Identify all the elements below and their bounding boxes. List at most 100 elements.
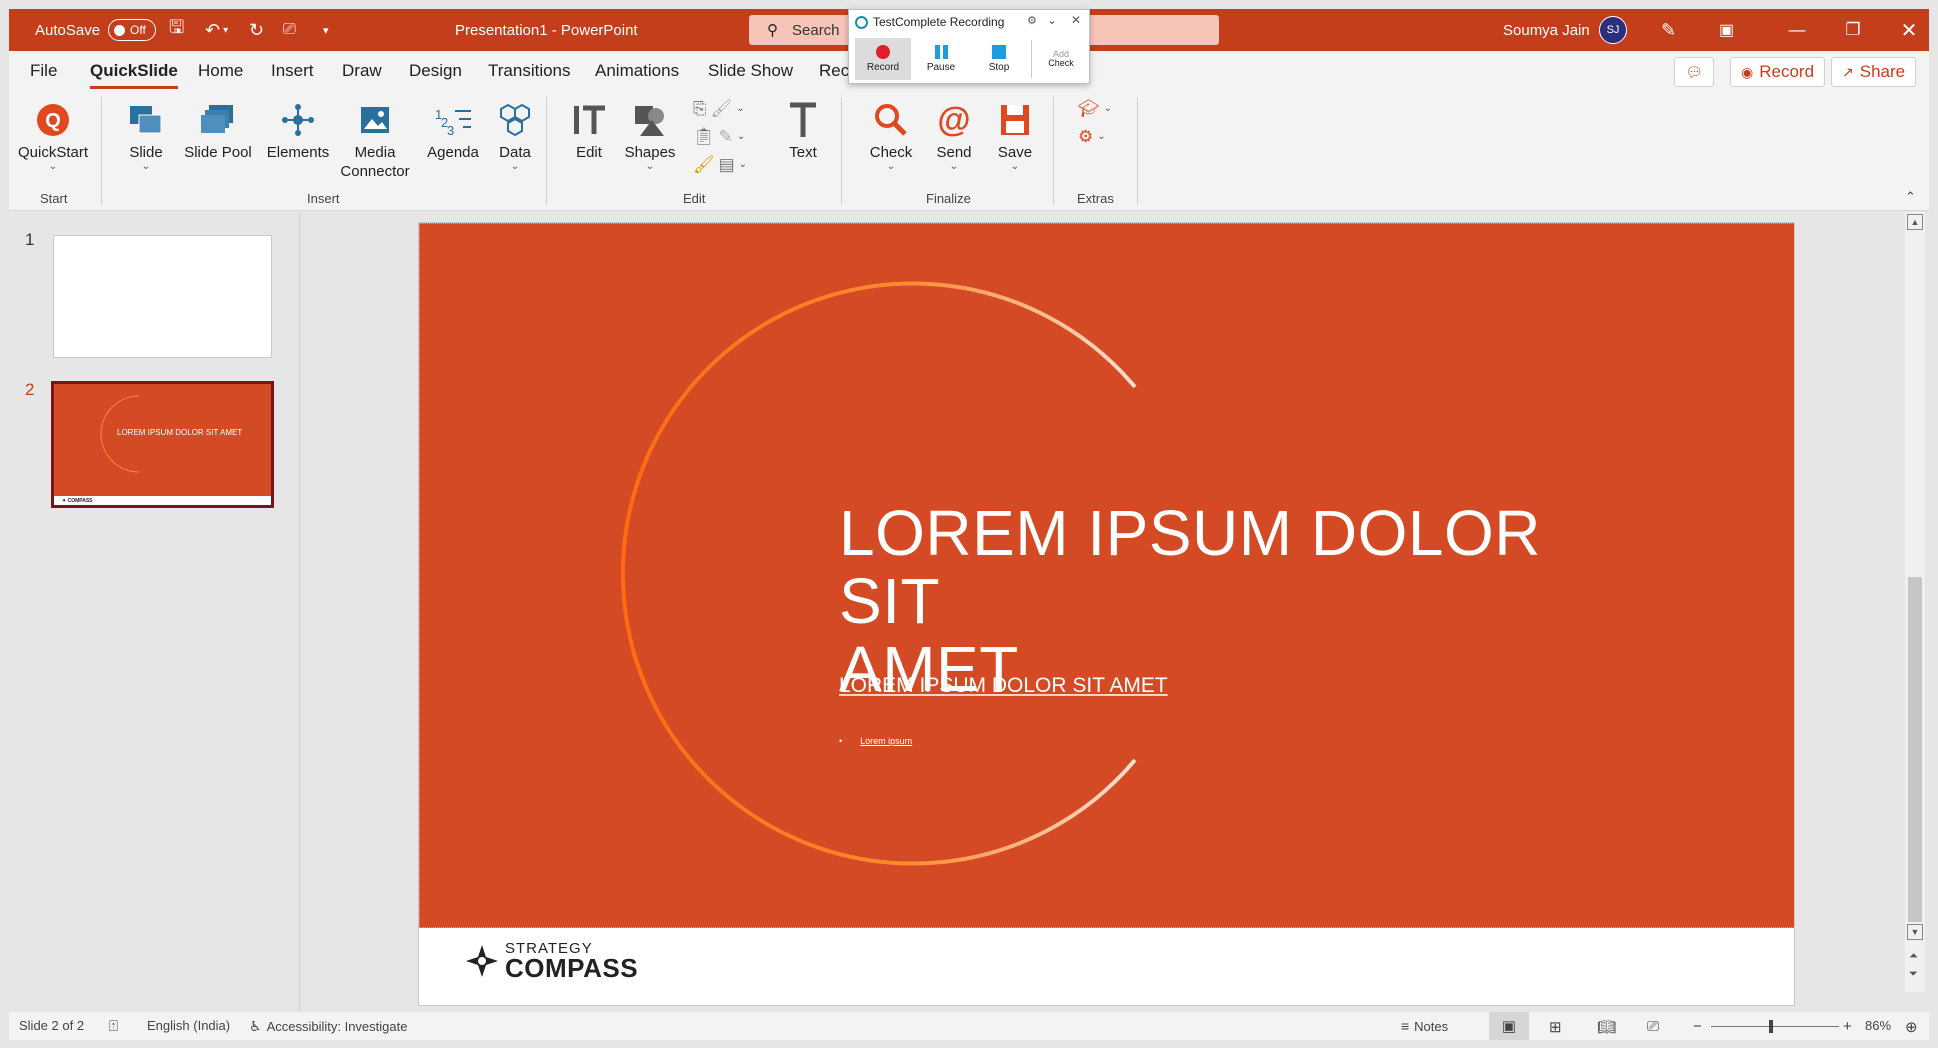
zoom-in-icon[interactable]: + (1843, 1018, 1852, 1035)
customize-qat-icon[interactable]: ▾ (323, 9, 329, 51)
thumbnail-logo: ✦ COMPASS (62, 498, 93, 504)
zoom-out-icon[interactable]: − (1693, 1018, 1702, 1035)
slide-canvas[interactable]: LOREM IPSUM DOLOR SIT AMET LOREM IPSUM D… (418, 222, 1795, 1006)
scroll-thumb[interactable] (1908, 577, 1922, 922)
check-button[interactable]: Check ⌄ (866, 97, 916, 172)
tab-quickslide[interactable]: QuickSlide (90, 61, 178, 89)
stop-icon (992, 45, 1006, 59)
copy-format-icon[interactable]: ⎘ 🖌︎ ⌄ (693, 99, 745, 119)
elements-button[interactable]: Elements (265, 97, 331, 162)
spelling-icon[interactable]: ⍐ (109, 1018, 118, 1035)
fit-to-window-icon[interactable]: ⊕ (1905, 1018, 1918, 1036)
gear-icon[interactable]: ⚙ ⌄ (1078, 127, 1106, 147)
ribbon: Q QuickStart ⌄ Start Slide ⌄ Slide Pool … (9, 93, 1929, 211)
language[interactable]: English (India) (147, 1018, 230, 1033)
strategy-compass-logo: STRATEGY COMPASS (465, 941, 638, 981)
record-icon: ◉ (1741, 63, 1754, 80)
undo-icon[interactable]: ↶ ▾ (205, 9, 228, 51)
slide-title[interactable]: LOREM IPSUM DOLOR SIT AMET (839, 499, 1599, 703)
tab-draw[interactable]: Draw (342, 61, 382, 81)
settings-icon[interactable]: ⚙ (1027, 14, 1037, 27)
tab-transitions[interactable]: Transitions (488, 61, 571, 81)
accessibility[interactable]: ♿︎ Accessibility: Investigate (249, 1018, 407, 1035)
search-placeholder: Search (792, 21, 840, 39)
previous-slide-icon[interactable]: ⏶ (1909, 950, 1918, 963)
notes-button[interactable]: ≡ Notes (1401, 1018, 1448, 1034)
shapes-button[interactable]: Shapes ⌄ (621, 97, 679, 172)
tc-pause-button[interactable]: Pause (913, 38, 969, 80)
data-icon (496, 97, 534, 143)
tab-animations[interactable]: Animations (595, 61, 679, 81)
share-button[interactable]: ↗ Share (1831, 57, 1917, 87)
zoom-slider-thumb[interactable] (1769, 1020, 1773, 1033)
record-button[interactable]: ◉ Record (1730, 57, 1826, 87)
minimize-icon[interactable]: — (1769, 9, 1825, 51)
slide-subtitle[interactable]: LOREM IPSUM DOLOR SIT AMET (839, 674, 1168, 698)
slide-thumbnail-2[interactable]: LOREM IPSUM DOLOR SIT AMET ✦ COMPASS (51, 381, 274, 508)
slide-sorter-icon[interactable]: ⊞ (1549, 1018, 1562, 1036)
compass-icon (466, 944, 498, 977)
close-toolbar-icon[interactable]: ✕ (1071, 13, 1081, 27)
ribbon-display-icon[interactable]: ▣ (1719, 9, 1734, 51)
normal-view-icon[interactable]: ▣ (1489, 1012, 1529, 1040)
scroll-down-icon[interactable]: ▼ (1907, 924, 1923, 940)
graduation-cap-icon[interactable]: 🎓︎ ⌄ (1078, 99, 1112, 119)
tab-file[interactable]: File (30, 61, 57, 81)
vertical-scrollbar[interactable]: ▲ ▼ ⏶ ⏷ (1905, 212, 1925, 992)
zoom-level[interactable]: 86% (1865, 1018, 1891, 1033)
testcomplete-recording-toolbar: TestComplete Recording ⚙ ⌄ ✕ Record Paus… (848, 9, 1090, 84)
magnifier-icon (873, 97, 909, 143)
quickstart-icon: Q (36, 97, 70, 143)
svg-text:Q: Q (45, 110, 61, 132)
save-button[interactable]: Save ⌄ (992, 97, 1038, 172)
group-insert-label: Insert (307, 191, 340, 206)
tc-stop-button[interactable]: Stop (971, 38, 1027, 80)
redo-icon[interactable]: ↻ (249, 9, 264, 51)
tc-record-button[interactable]: Record (855, 38, 911, 80)
autosave-toggle[interactable]: Off (108, 19, 157, 41)
send-button[interactable]: @ Send ⌄ (931, 97, 977, 172)
media-connector-button[interactable]: Media Connector (338, 97, 412, 181)
close-icon[interactable]: ✕ (1881, 9, 1937, 51)
tab-insert[interactable]: Insert (271, 61, 314, 81)
restore-icon[interactable]: ❐ (1825, 9, 1881, 51)
notes-icon: ≡ (1401, 1018, 1410, 1034)
testcomplete-logo-icon (855, 15, 868, 29)
comments-button[interactable]: 💬︎ (1674, 57, 1714, 87)
pen-icon[interactable]: ✎ (1661, 9, 1676, 51)
slide-thumbnail-1[interactable] (53, 235, 272, 358)
zoom-slider[interactable] (1711, 1020, 1839, 1033)
slide-icon (127, 97, 165, 143)
collapse-ribbon-icon[interactable]: ⌃ (1905, 189, 1916, 205)
slide-pool-button[interactable]: Slide Pool (183, 97, 253, 162)
autosave[interactable]: AutoSave Off (35, 9, 157, 51)
slide-button[interactable]: Slide ⌄ (122, 97, 170, 172)
scroll-up-icon[interactable]: ▲ (1907, 214, 1923, 230)
svg-text:3: 3 (447, 123, 454, 137)
floppy-icon (999, 97, 1031, 143)
slide-show-icon[interactable]: ⎚ (1647, 1018, 1659, 1035)
image-icon (358, 97, 392, 143)
edit-button[interactable]: Edit (564, 97, 614, 162)
tc-add-check-button[interactable]: Add Check (1033, 38, 1089, 80)
collapse-icon[interactable]: ⌄ (1047, 13, 1057, 27)
slide-bullet[interactable]: • Lorem ipsum (839, 736, 912, 746)
tab-record[interactable]: Rec (819, 61, 849, 81)
brush-icon[interactable]: 🖌︎ ▤ ⌄ (693, 155, 747, 175)
avatar[interactable]: SJ (1599, 16, 1627, 44)
tab-slide-show[interactable]: Slide Show (708, 61, 793, 81)
thumbnail-title: LOREM IPSUM DOLOR SIT AMET (117, 428, 243, 437)
paste-format-icon[interactable]: 📋︎ ✎ ⌄ (693, 127, 745, 147)
testcomplete-header: TestComplete Recording ⚙ ⌄ ✕ (849, 10, 1089, 34)
quickstart-button[interactable]: Q QuickStart ⌄ (18, 97, 88, 172)
save-icon[interactable]: 🖫 (169, 9, 184, 51)
text-button[interactable]: Text (779, 97, 827, 162)
next-slide-icon[interactable]: ⏷ (1909, 968, 1918, 981)
data-button[interactable]: Data ⌄ (490, 97, 540, 172)
present-icon[interactable]: ⎚ (283, 9, 296, 51)
comment-icon: 💬︎ (1685, 63, 1703, 80)
tab-design[interactable]: Design (409, 61, 462, 81)
reading-view-icon[interactable]: 📖︎ (1597, 1018, 1616, 1036)
tab-home[interactable]: Home (198, 61, 243, 81)
agenda-button[interactable]: 123 Agenda (424, 97, 482, 162)
